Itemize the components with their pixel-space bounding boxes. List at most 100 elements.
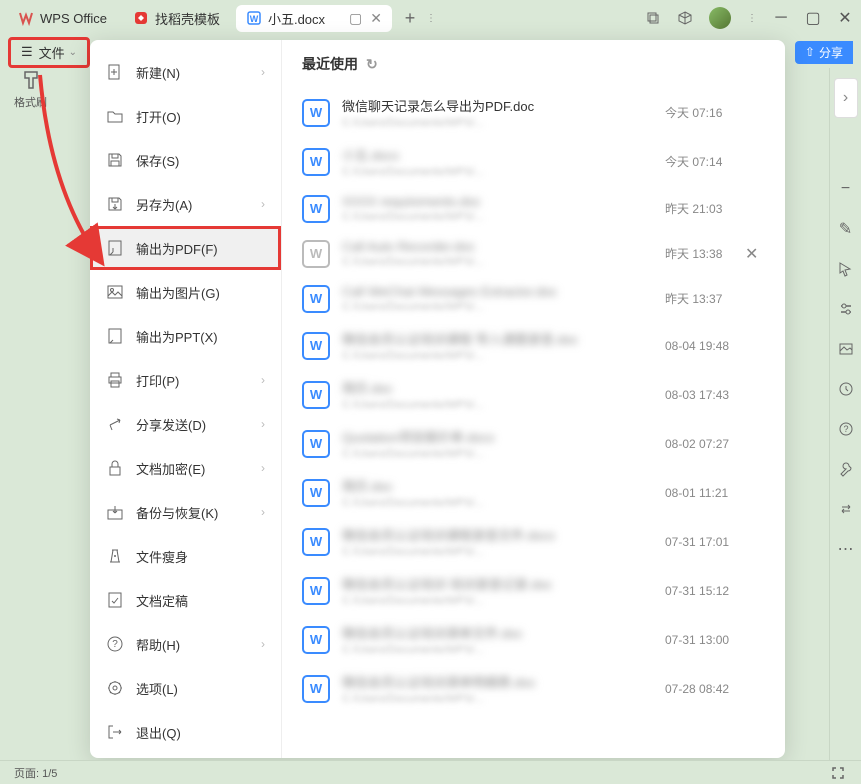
cursor-icon[interactable] <box>837 260 855 278</box>
file-path: C:/Users/Documents/WPS/... <box>342 546 665 558</box>
file-menu-button[interactable]: ☰ 文件 ⌄ <box>8 37 90 68</box>
settings-icon[interactable] <box>837 300 855 318</box>
file-name: 微信聊天记录怎么导出为PDF.doc <box>342 96 665 115</box>
opts-icon <box>106 679 124 697</box>
menu-item-print[interactable]: 打印(P)› <box>90 358 281 402</box>
menu-item-save[interactable]: 保存(S) <box>90 138 281 182</box>
new-tab-button[interactable]: + <box>398 6 422 30</box>
minus-icon[interactable]: − <box>837 180 855 198</box>
word-file-icon: W <box>302 675 330 703</box>
pencil-icon[interactable]: ✎ <box>837 220 855 238</box>
more-icon[interactable]: ⋯ <box>837 540 855 558</box>
file-name: 微信会员认证培训课程 导入课题录音.doc <box>342 329 665 348</box>
recent-file-row[interactable]: W 微信会员认证培训 培训录音记录.docC:/Users/Documents/W… <box>302 566 765 615</box>
menu-item-opts[interactable]: 选项(L) <box>90 666 281 710</box>
file-name: Call Auto Recorder.doc <box>342 239 665 254</box>
recent-file-row[interactable]: W微信会员认证培训清单文件.docC:/Users/Documents/WPS/… <box>302 615 765 664</box>
maximize-icon[interactable]: ▢ <box>805 10 821 26</box>
menu-item-open[interactable]: 打开(O) <box>90 94 281 138</box>
menu-item-help[interactable]: ?帮助(H)› <box>90 622 281 666</box>
copy-icon[interactable] <box>645 10 661 26</box>
tool-icon[interactable] <box>837 460 855 478</box>
file-timestamp: 08-02 07:27 <box>665 437 745 451</box>
close-icon[interactable]: ✕ <box>837 10 853 26</box>
menu-item-label: 备份与恢复(K) <box>136 503 218 522</box>
recent-file-row[interactable]: W微信聊天记录怎么导出为PDF.docC:/Users/Documents/WP… <box>302 88 765 137</box>
recent-file-row[interactable]: W简历.docC:/Users/Documents/WPS/...08-03 1… <box>302 370 765 419</box>
image-icon[interactable] <box>837 340 855 358</box>
docer-icon <box>133 10 149 26</box>
help-icon: ? <box>106 635 124 653</box>
exit-icon <box>106 723 124 741</box>
file-info: XXXX requirements.docC:/Users/Documents/… <box>342 194 665 223</box>
file-timestamp: 昨天 13:38 <box>665 245 745 262</box>
menu-item-lock[interactable]: 文档加密(E)› <box>90 446 281 490</box>
right-sidebar: › − ✎ ? ⋯ <box>829 68 861 768</box>
file-timestamp: 08-04 19:48 <box>665 339 745 353</box>
format-brush-label: 格式刷 <box>14 94 47 110</box>
menu-item-ppt[interactable]: 输出为PPT(X) <box>90 314 281 358</box>
file-path: C:/Users/Documents/WPS/... <box>342 448 665 460</box>
swap-icon[interactable] <box>837 500 855 518</box>
file-info: 微信会员认证培训清单文件.docC:/Users/Documents/WPS/.… <box>342 623 665 656</box>
share-button[interactable]: ⇧ 分享 <box>795 41 853 64</box>
recent-file-row[interactable]: WQuotation项目报价单.docxC:/Users/Documents/W… <box>302 419 765 468</box>
open-icon <box>106 107 124 125</box>
file-name: 微信会员认证培训清单明细表.doc <box>342 672 665 691</box>
file-info: 微信会员认证培训课程录音文件.docxC:/Users/Documents/WP… <box>342 525 665 558</box>
cube-icon[interactable] <box>677 10 693 26</box>
menu-item-final[interactable]: 文档定稿 <box>90 578 281 622</box>
file-timestamp: 今天 07:14 <box>665 153 745 170</box>
share-icon: ⇧ <box>805 45 815 59</box>
tab-device-icon[interactable]: ▢ <box>349 10 362 27</box>
new-icon <box>106 63 124 81</box>
clock-icon[interactable] <box>837 380 855 398</box>
recent-file-row[interactable]: WXXXX requirements.docC:/Users/Documents… <box>302 186 765 231</box>
recent-file-row[interactable]: W微信会员认证培训清单明细表.docC:/Users/Documents/WPS… <box>302 664 765 713</box>
recent-file-row[interactable]: W微信会员认证培训课程 导入课题录音.docC:/Users/Documents… <box>302 321 765 370</box>
fullscreen-icon[interactable] <box>829 764 847 782</box>
menu-item-exit[interactable]: 退出(Q) <box>90 710 281 754</box>
tab-document[interactable]: W 小五.docx ▢ ✕ <box>236 5 392 32</box>
menu-item-slim[interactable]: 文件瘦身 <box>90 534 281 578</box>
user-avatar[interactable] <box>709 7 731 29</box>
help-icon[interactable]: ? <box>837 420 855 438</box>
recent-file-row[interactable]: WCall Auto Recorder.docC:/Users/Document… <box>302 231 765 276</box>
menu-item-img[interactable]: 输出为图片(G) <box>90 270 281 314</box>
file-info: 微信聊天记录怎么导出为PDF.docC:/Users/Documents/WPS… <box>342 96 665 129</box>
menu-item-saveas[interactable]: 另存为(A)› <box>90 182 281 226</box>
remove-recent-icon[interactable]: ✕ <box>745 244 765 264</box>
file-path: C:/Users/Documents/WPS/... <box>342 256 665 268</box>
tab-options-icon[interactable]: ⋮ <box>426 13 436 24</box>
recent-file-row[interactable]: WCall WeChat Messages Extractor.docC:/Us… <box>302 276 765 321</box>
expand-rail-button[interactable]: › <box>834 78 858 118</box>
recent-file-row[interactable]: W微信会员认证培训课程录音文件.docxC:/Users/Documents/W… <box>302 517 765 566</box>
page-indicator[interactable]: 页面: 1/5 <box>14 765 57 781</box>
svg-text:?: ? <box>112 639 118 650</box>
recent-file-row[interactable]: W小五.docxC:/Users/Documents/WPS/...今天 07:… <box>302 137 765 186</box>
format-brush-button[interactable]: 格式刷 <box>14 68 47 110</box>
avatar-menu-icon[interactable]: ⋮ <box>747 13 757 24</box>
file-info: 简历.docC:/Users/Documents/WPS/... <box>342 378 665 411</box>
recent-file-row[interactable]: W简历.docC:/Users/Documents/WPS/...08-01 1… <box>302 468 765 517</box>
file-name: Call WeChat Messages Extractor.doc <box>342 284 665 299</box>
file-timestamp: 07-31 17:01 <box>665 535 745 549</box>
refresh-icon[interactable]: ↻ <box>366 56 378 73</box>
menu-item-share[interactable]: 分享发送(D)› <box>90 402 281 446</box>
menu-item-label: 文档定稿 <box>136 591 188 610</box>
file-timestamp: 昨天 21:03 <box>665 200 745 217</box>
hamburger-icon: ☰ <box>21 44 33 60</box>
tab-docer[interactable]: 找稻壳模板 <box>123 5 230 32</box>
chevron-right-icon: › <box>261 505 265 519</box>
doc-icon: W <box>246 10 262 26</box>
file-info: 微信会员认证培训 培训录音记录.docC:/Users/Documents/WP… <box>342 574 665 607</box>
menu-item-pdf[interactable]: 输出为PDF(F) <box>90 226 281 270</box>
menu-item-new[interactable]: 新建(N)› <box>90 50 281 94</box>
word-file-icon: W <box>302 577 330 605</box>
tab-close-icon[interactable]: ✕ <box>370 10 382 27</box>
tab-wps-office[interactable]: WPS Office <box>8 6 117 30</box>
file-path: C:/Users/Documents/WPS/... <box>342 644 665 656</box>
minimize-icon[interactable]: ─ <box>773 10 789 26</box>
file-label: 文件 <box>39 43 65 62</box>
menu-item-backup[interactable]: 备份与恢复(K) › <box>90 490 281 534</box>
